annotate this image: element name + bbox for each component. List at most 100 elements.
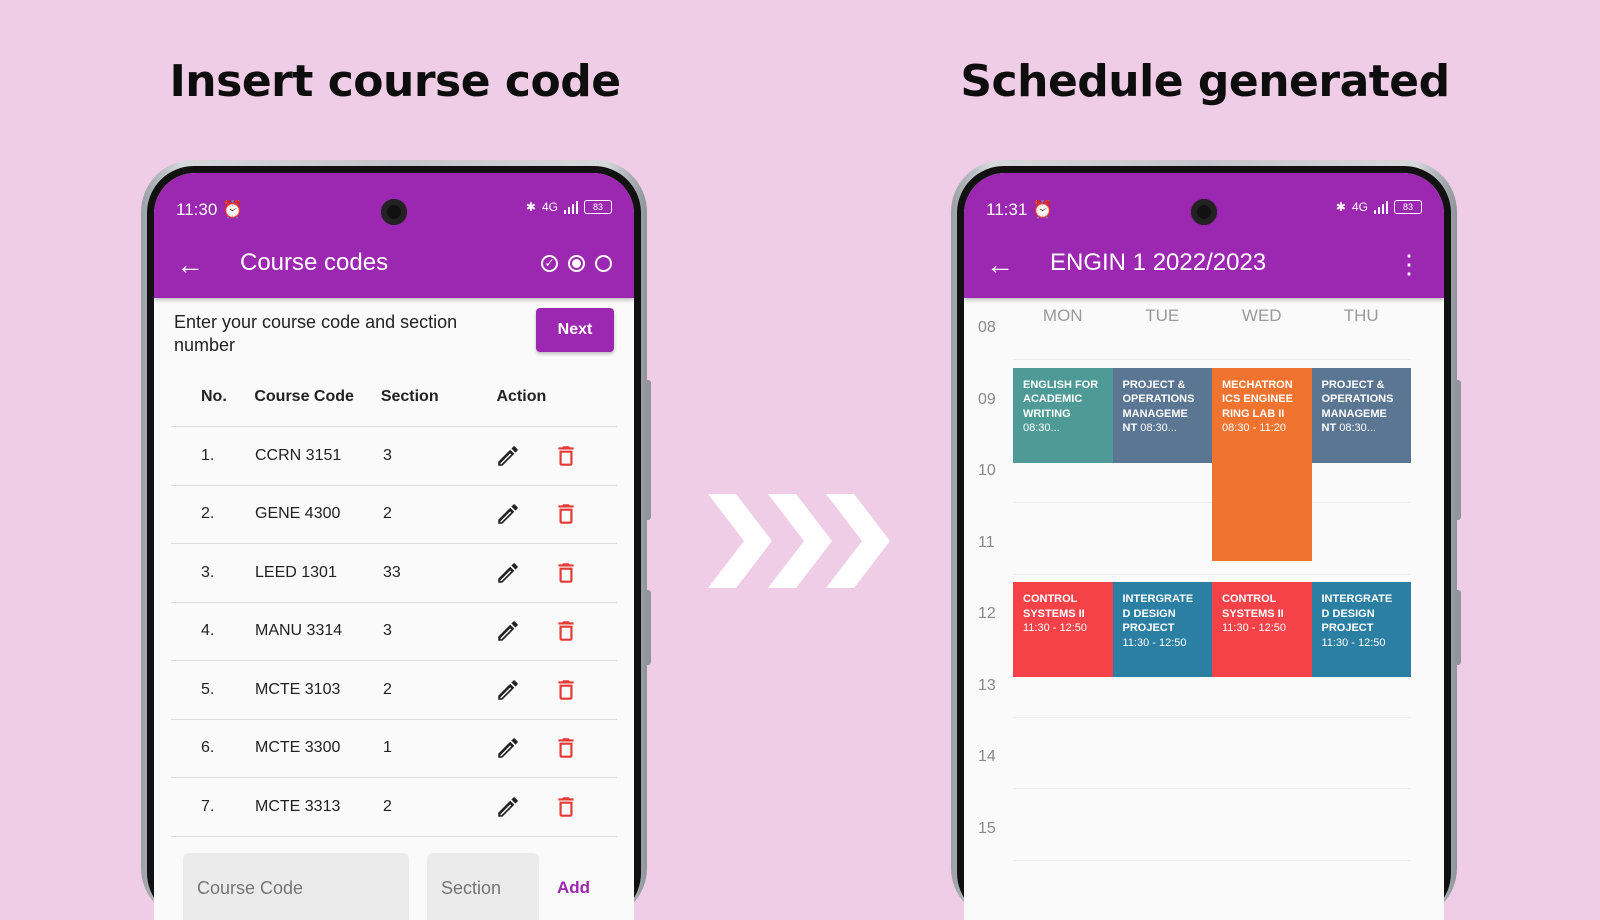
row-number: 2.: [201, 505, 215, 523]
event-title: CONTROL SYSTEMS II: [1222, 593, 1284, 620]
hour-label: 08: [978, 319, 996, 336]
signal-icon: [1374, 200, 1388, 214]
status-time: 11:30 ⏰: [176, 200, 244, 219]
status-icons: ✱ 4G 83: [1336, 200, 1422, 214]
row-number: 7.: [201, 797, 215, 815]
edit-pencil-icon[interactable]: [495, 443, 521, 469]
row-course-code: GENE 4300: [255, 505, 341, 523]
add-button[interactable]: Add: [557, 853, 590, 898]
bluetooth-icon: ✱: [1335, 200, 1346, 214]
schedule-event[interactable]: CONTROL SYSTEMS II 11:30 - 12:50: [1013, 582, 1113, 678]
edit-pencil-icon[interactable]: [495, 501, 521, 527]
header-course-code: Course Code: [254, 388, 354, 405]
back-arrow-icon[interactable]: ←: [986, 251, 1014, 279]
bluetooth-icon: ✱: [525, 200, 536, 214]
signal-icon: [564, 200, 578, 214]
event-time: 11:30 - 12:50: [1222, 622, 1287, 635]
phone-side-button: [1457, 380, 1461, 520]
more-options-icon[interactable]: ⋮: [1396, 251, 1422, 277]
event-time: 08:30...: [1339, 422, 1376, 435]
row-course-code: MANU 3314: [255, 622, 343, 640]
schedule-event[interactable]: PROJECT & OPERATIONS MANAGEME NT 08:30..…: [1311, 367, 1411, 463]
step-pending-icon: [595, 255, 612, 272]
row-actions: [495, 443, 617, 469]
alarm-icon: ⏰: [222, 200, 244, 219]
schedule-event[interactable]: INTERGRATE D DESIGN PROJECT 11:30 - 12:5…: [1112, 582, 1212, 678]
event-title: INTERGRATE D DESIGN PROJECT: [1321, 593, 1393, 635]
hour-gridline: [1013, 859, 1411, 861]
section-input[interactable]: [427, 853, 539, 920]
front-camera: [381, 199, 407, 225]
row-course-code: MCTE 3103: [255, 680, 341, 698]
heading-insert-course-code: Insert course code: [169, 56, 621, 107]
back-arrow-icon[interactable]: ←: [176, 251, 204, 279]
edit-pencil-icon[interactable]: [495, 677, 521, 703]
network-label: 4G: [541, 200, 558, 214]
edit-pencil-icon[interactable]: [495, 794, 521, 820]
row-section: 2: [383, 680, 392, 698]
row-number: 6.: [201, 739, 215, 757]
app-bar: 11:30 ⏰ ✱ 4G 83 ← Course codes ✓: [154, 173, 634, 298]
battery-icon: 83: [584, 200, 612, 214]
heading-schedule-generated: Schedule generated: [960, 56, 1450, 107]
hour-gridline: [1013, 788, 1411, 789]
header-section: Section: [380, 388, 439, 405]
front-camera: [1191, 199, 1217, 225]
hour-label: 10: [978, 462, 996, 479]
edit-pencil-icon[interactable]: [495, 618, 521, 644]
schedule-event[interactable]: PROJECT & OPERATIONS MANAGEME NT 08:30..…: [1112, 367, 1212, 463]
chevrons-arrow-icon: [708, 494, 890, 588]
delete-trash-icon[interactable]: [553, 560, 579, 586]
row-actions: [495, 501, 617, 527]
step-current-icon: [568, 255, 585, 272]
phone-course-codes: 11:30 ⏰ ✱ 4G 83 ← Course codes ✓ Enter y…: [141, 160, 651, 920]
event-title: INTERGRATE D DESIGN PROJECT: [1122, 593, 1194, 635]
course-code-input[interactable]: [183, 853, 409, 920]
edit-pencil-icon[interactable]: [495, 560, 521, 586]
schedule-event[interactable]: MECHATRON ICS ENGINEE RING LAB II 08:30 …: [1212, 367, 1312, 561]
weekday-label: MON: [1042, 306, 1083, 325]
add-course-form: Add: [183, 853, 590, 920]
event-time: 08:30...: [1023, 422, 1060, 435]
delete-trash-icon[interactable]: [553, 735, 579, 761]
schedule-event[interactable]: INTERGRATE D DESIGN PROJECT 11:30 - 12:5…: [1311, 582, 1411, 678]
row-number: 4.: [201, 622, 215, 640]
table-header: No. Course Code Section Action: [171, 368, 617, 427]
battery-icon: 83: [1394, 200, 1422, 214]
event-time: 11:30 - 12:50: [1122, 636, 1187, 649]
row-course-code: CCRN 3151: [255, 446, 342, 464]
row-section: 3: [383, 446, 392, 464]
hour-label: 13: [978, 676, 996, 694]
status-icons: ✱ 4G 83: [526, 200, 612, 214]
edit-pencil-icon[interactable]: [495, 735, 521, 761]
delete-trash-icon[interactable]: [553, 443, 579, 469]
delete-trash-icon[interactable]: [553, 794, 579, 820]
row-course-code: MCTE 3313: [255, 797, 341, 815]
status-time: 11:31 ⏰: [986, 200, 1054, 219]
event-time: 08:30 - 11:20: [1222, 422, 1287, 435]
row-course-code: MCTE 3300: [255, 739, 341, 757]
table-row: 7. MCTE 3313 2: [171, 778, 617, 837]
row-actions: [495, 560, 617, 586]
delete-trash-icon[interactable]: [553, 618, 579, 644]
table-row: 5. MCTE 3103 2: [171, 661, 617, 720]
schedule-screen: 11:31 ⏰ ✱ 4G 83 ← ENGIN 1 2022/2023 ⋮ MO…: [964, 173, 1444, 920]
row-number: 3.: [201, 563, 215, 581]
schedule-event[interactable]: ENGLISH FOR ACADEMIC WRITING 08:30...: [1013, 367, 1113, 463]
event-time: 11:30 - 12:50: [1023, 622, 1088, 635]
table-row: 6. MCTE 3300 1: [171, 720, 617, 778]
phone-side-button: [647, 380, 651, 520]
next-button[interactable]: Next: [536, 308, 614, 352]
row-number: 1.: [201, 446, 215, 464]
delete-trash-icon[interactable]: [553, 677, 579, 703]
row-section: 2: [383, 505, 392, 523]
event-title: MECHATRON ICS ENGINEE RING LAB II: [1222, 378, 1293, 420]
step-indicator: ✓: [541, 255, 612, 272]
schedule-event[interactable]: CONTROL SYSTEMS II 11:30 - 12:50: [1212, 582, 1312, 678]
row-course-code: LEED 1301: [255, 563, 337, 581]
delete-trash-icon[interactable]: [553, 501, 579, 527]
network-label: 4G: [1351, 200, 1368, 214]
row-section: 1: [383, 739, 392, 757]
table-row: 2. GENE 4300 2: [171, 486, 617, 544]
step-complete-icon: ✓: [541, 255, 558, 272]
